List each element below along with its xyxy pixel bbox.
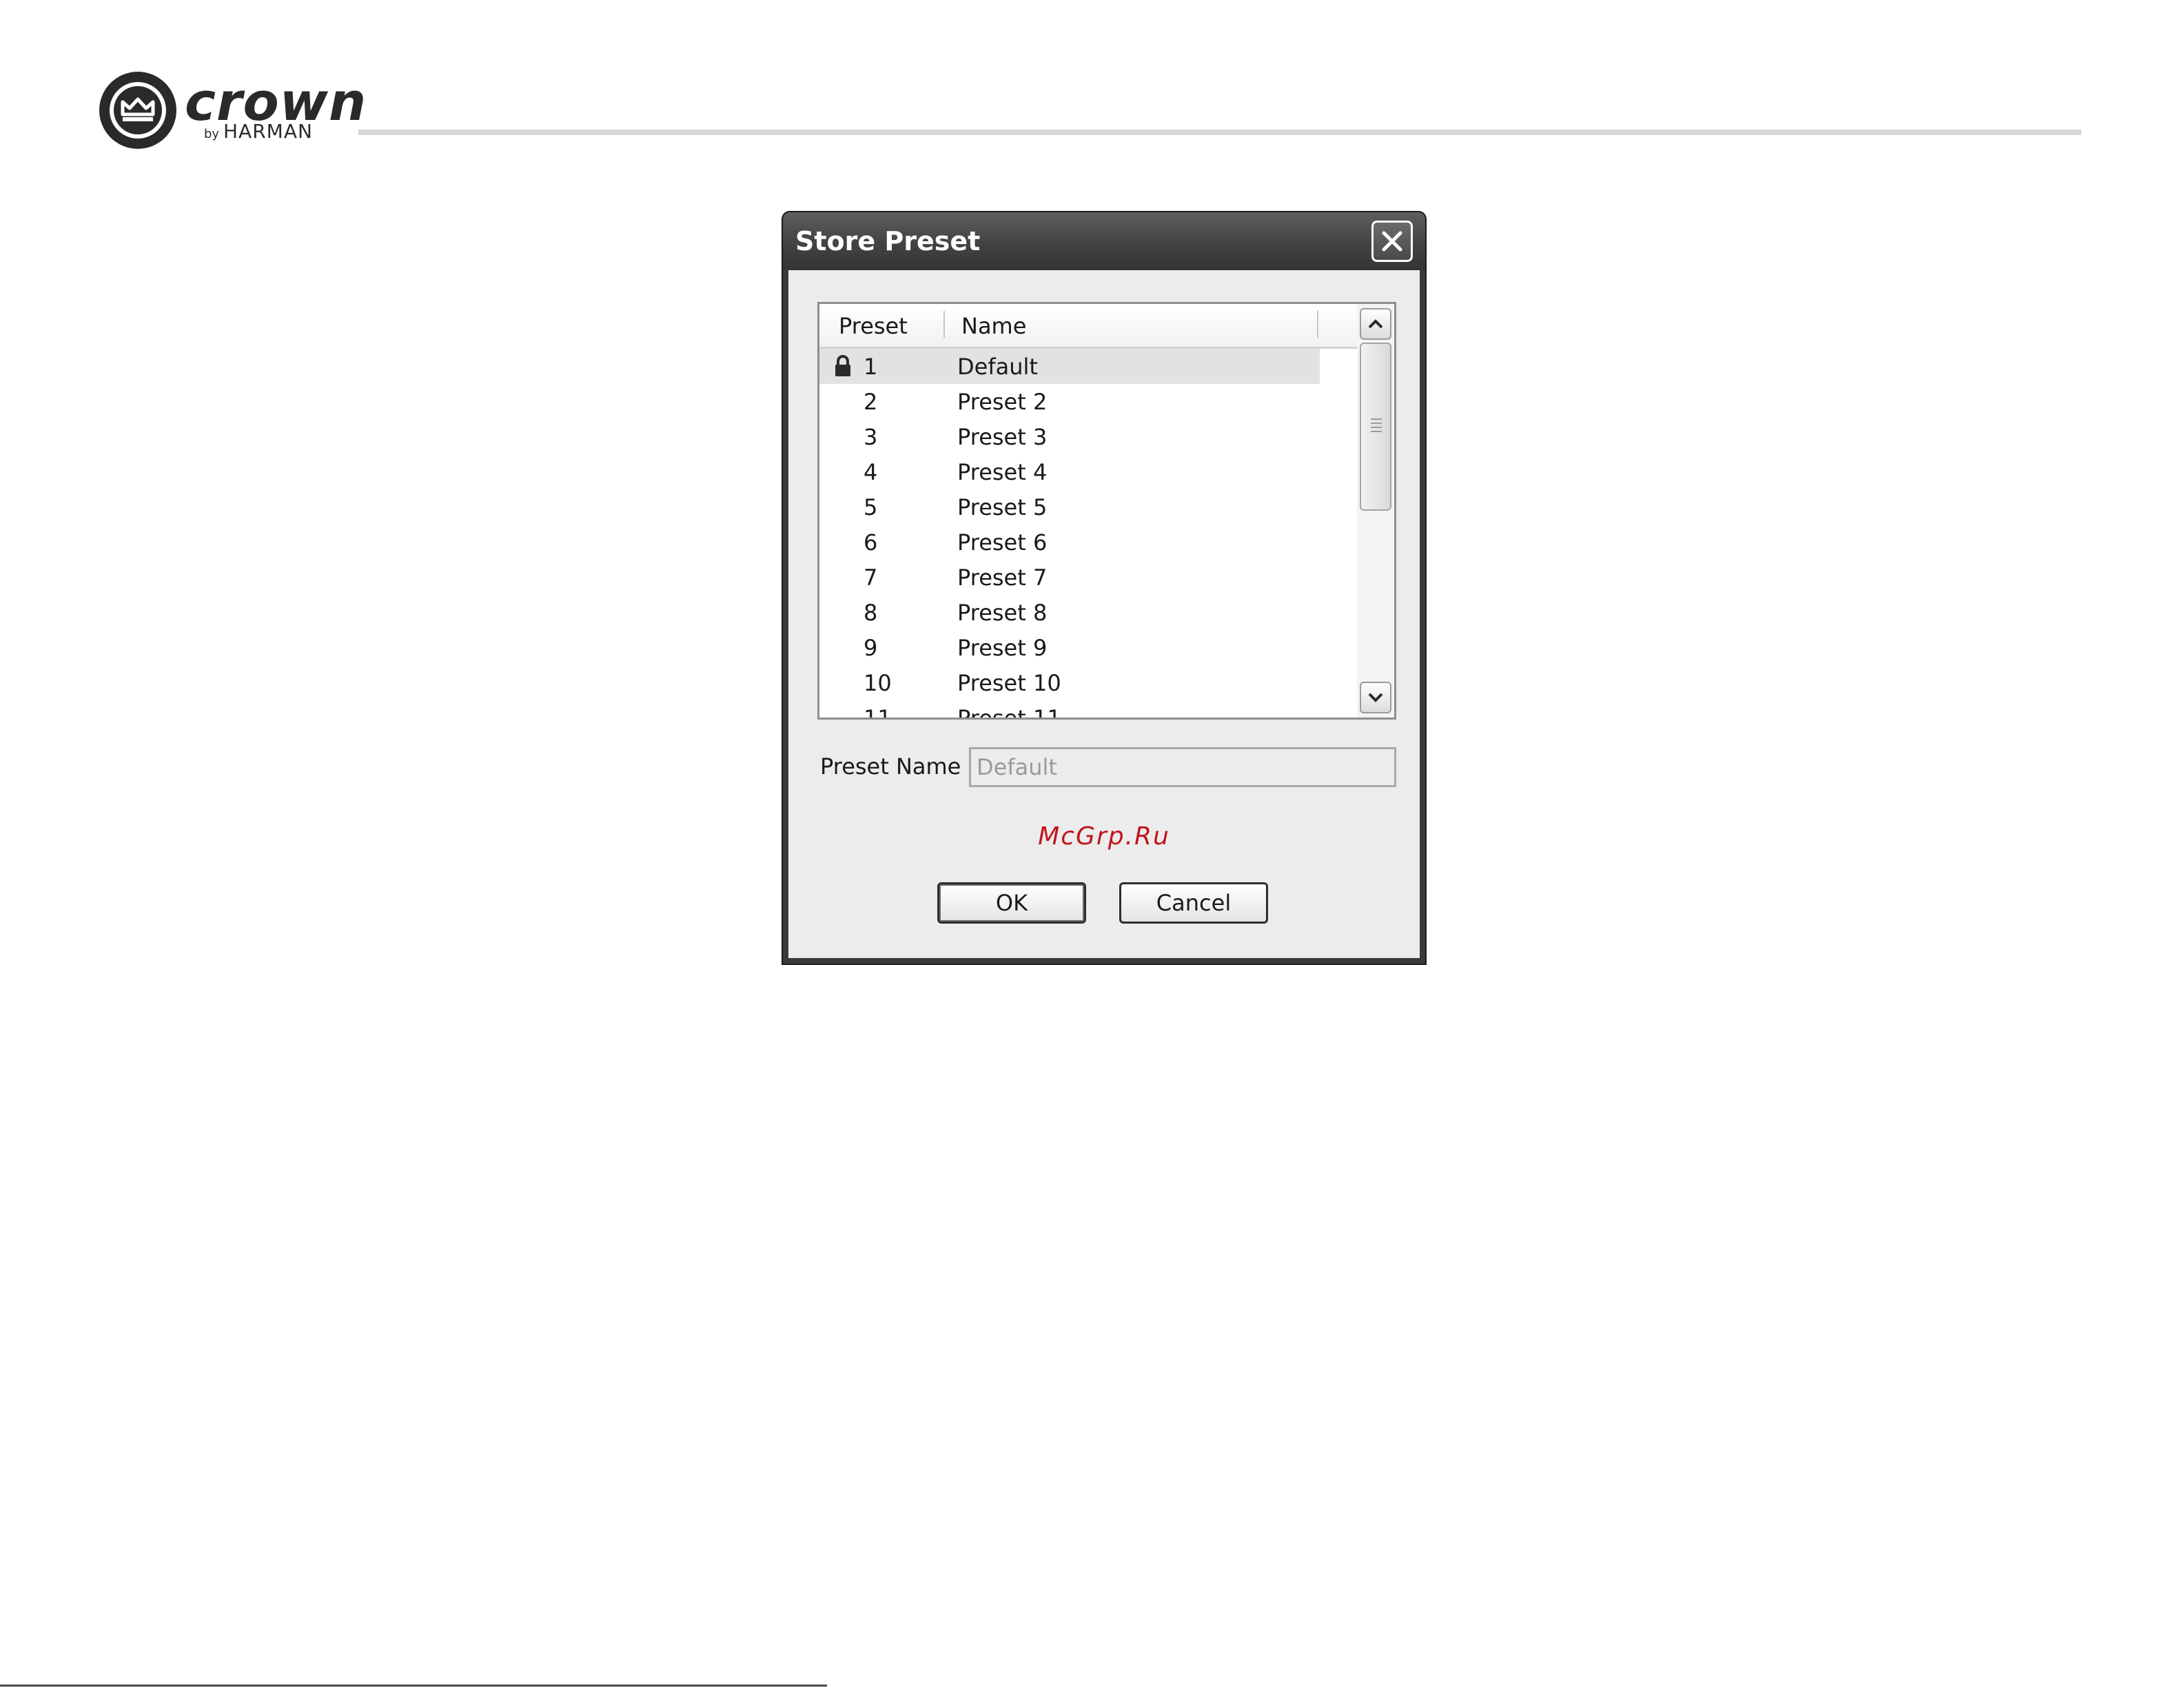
preset-number: 5 — [864, 494, 878, 520]
preset-name: Preset 5 — [957, 494, 1048, 520]
vertical-scrollbar[interactable] — [1357, 304, 1394, 718]
store-preset-dialog: Store Preset Preset Name 1 Default 2 Pre… — [783, 212, 1425, 964]
preset-name: Preset 7 — [957, 565, 1048, 591]
preset-number: 3 — [864, 424, 878, 450]
list-row[interactable]: 4 Preset 4 — [819, 454, 1320, 489]
by-text: by — [204, 127, 220, 141]
close-icon — [1382, 231, 1402, 252]
list-row[interactable]: 6 Preset 6 — [819, 525, 1320, 560]
column-separator[interactable] — [943, 311, 945, 338]
crown-harman-logo: crown ® by HARMAN — [96, 69, 366, 152]
preset-number: 2 — [864, 389, 878, 415]
preset-number: 11 — [864, 704, 892, 718]
list-row[interactable]: 9 Preset 9 — [819, 630, 1320, 665]
preset-name: Preset 2 — [957, 389, 1048, 415]
preset-number: 9 — [864, 635, 878, 661]
scroll-up-button[interactable] — [1360, 308, 1391, 340]
list-rows: 1 Default 2 Preset 2 3 Preset 3 4 Preset… — [819, 349, 1357, 718]
preset-name-label: Preset Name — [820, 753, 961, 780]
preset-number: 8 — [864, 600, 878, 626]
preset-number: 4 — [864, 459, 878, 485]
list-row[interactable]: 3 Preset 3 — [819, 419, 1320, 454]
preset-name: Preset 6 — [957, 529, 1048, 556]
list-row[interactable]: 2 Preset 2 — [819, 384, 1320, 419]
dialog-body: Preset Name 1 Default 2 Preset 2 3 Prese… — [788, 270, 1420, 958]
list-row[interactable]: 5 Preset 5 — [819, 489, 1320, 525]
preset-name: Preset 11 — [957, 704, 1061, 718]
preset-number: 1 — [864, 354, 878, 380]
preset-name-input[interactable] — [969, 747, 1396, 787]
watermark-text: McGrp.Ru — [1038, 822, 1170, 851]
chevron-up-icon — [1368, 319, 1383, 329]
ok-button[interactable]: OK — [937, 882, 1086, 924]
dialog-titlebar[interactable]: Store Preset — [783, 212, 1425, 270]
scroll-down-button[interactable] — [1360, 682, 1391, 713]
footer-rule — [0, 1685, 827, 1687]
preset-name: Preset 10 — [957, 670, 1061, 696]
lock-icon — [835, 355, 850, 376]
list-header: Preset Name — [819, 304, 1357, 349]
dialog-title: Store Preset — [795, 226, 981, 256]
header-rule — [358, 130, 2081, 135]
preset-name: Preset 8 — [957, 600, 1048, 626]
list-row[interactable]: 8 Preset 8 — [819, 595, 1320, 630]
list-row[interactable]: 10 Preset 10 — [819, 665, 1320, 700]
preset-number: 6 — [864, 529, 878, 556]
chevron-down-icon — [1368, 693, 1383, 702]
preset-list[interactable]: Preset Name 1 Default 2 Preset 2 3 Prese… — [817, 302, 1396, 720]
preset-name: Preset 9 — [957, 635, 1048, 661]
preset-number: 10 — [864, 670, 892, 696]
list-row[interactable]: 7 Preset 7 — [819, 560, 1320, 595]
scrollbar-thumb[interactable] — [1360, 343, 1391, 511]
column-header-name[interactable]: Name — [961, 312, 1026, 340]
preset-name: Default — [957, 354, 1038, 380]
page: crown ® by HARMAN Store Preset Preset Na… — [0, 0, 2184, 1688]
list-row[interactable]: 11 Preset 11 — [819, 700, 1320, 718]
column-header-preset[interactable]: Preset — [839, 312, 908, 340]
column-separator[interactable] — [1317, 311, 1318, 338]
cancel-button[interactable]: Cancel — [1119, 882, 1268, 924]
list-row-selected[interactable]: 1 Default — [819, 349, 1320, 384]
crown-emblem-icon — [99, 72, 176, 149]
preset-name: Preset 3 — [957, 424, 1048, 450]
registered-mark: ® — [349, 88, 360, 101]
preset-name: Preset 4 — [957, 459, 1048, 485]
grip-icon — [1371, 418, 1382, 435]
preset-number: 7 — [864, 565, 878, 591]
close-button[interactable] — [1371, 221, 1413, 262]
harman-text: HARMAN — [223, 120, 313, 143]
